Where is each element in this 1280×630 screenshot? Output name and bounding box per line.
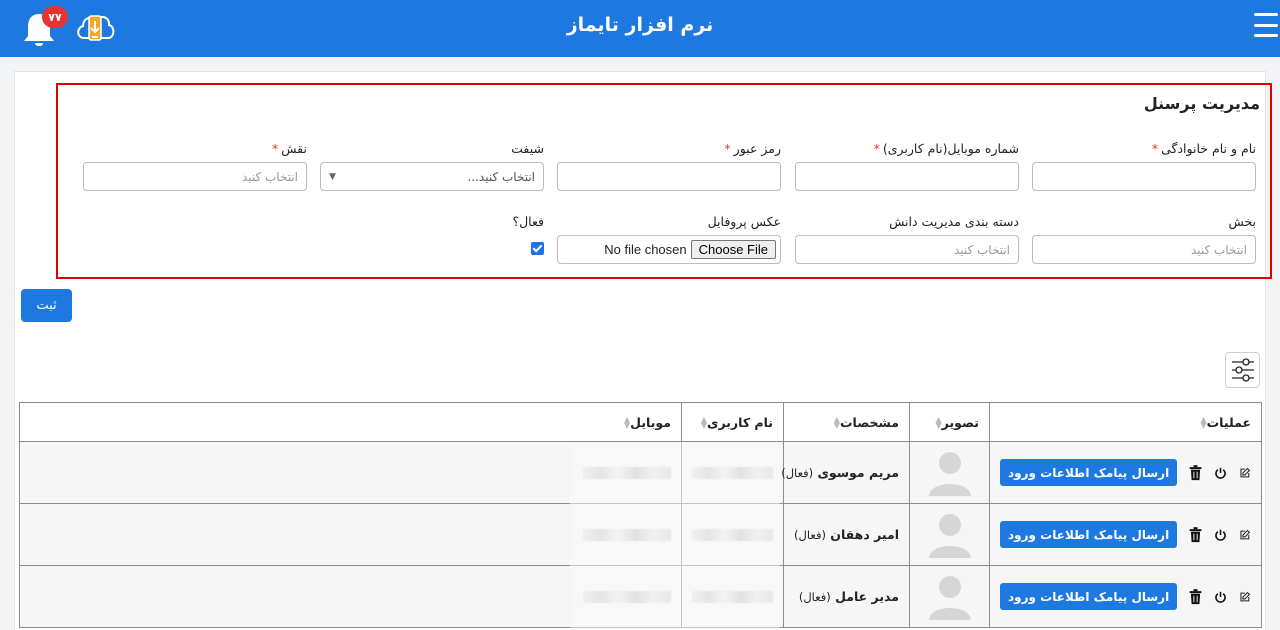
avatar-placeholder-icon [928,513,971,558]
avatar-cell [909,441,990,504]
details-cell: مدیر عامل (فعال) [783,565,910,628]
role-field-group: نقش* [83,141,307,191]
redacted-mobile [583,528,671,541]
department-field-group: بخش [1032,214,1256,264]
required-mark: * [272,141,279,156]
shift-selected-value: انتخاب کنید... [467,169,535,184]
required-mark: * [724,141,731,156]
status-text: (فعال) [781,466,814,480]
mobile-input[interactable] [795,162,1019,191]
active-checkbox[interactable] [531,242,544,255]
personnel-table: عملیات▲ ▼ تصویر▲ ▼ مشخصات▲ ▼ نام کاربری▲ ▼ م… [19,402,1262,628]
trash-icon[interactable] [1189,461,1202,485]
shift-select[interactable]: انتخاب کنید... ▼ [320,162,544,191]
mobile-label: شماره موبایل(نام کاربری) [882,141,1019,156]
profile-photo-field-group: عکس پروفایل No file chosen Choose File [557,214,781,264]
column-header-username[interactable]: نام کاربری▲ ▼ [681,402,784,442]
mobile-cell [19,441,682,504]
mobile-cell [19,503,682,566]
table-row: ارسال پیامک اطلاعات ورود مریم موسوی (فعا… [19,441,1262,504]
knowledge-category-field-group: دسته بندی مدیریت دانش [795,214,1019,264]
department-label: بخش [1228,214,1256,229]
role-label: نقش [281,141,307,156]
column-header-image[interactable]: تصویر▲ ▼ [909,402,990,442]
edit-icon[interactable] [1239,464,1251,482]
details-cell: مریم موسوی (فعال) [781,441,910,504]
redacted-username [692,590,773,603]
knowledge-category-label: دسته بندی مدیریت دانش [889,214,1019,229]
power-icon[interactable] [1214,463,1227,483]
power-icon[interactable] [1214,587,1227,607]
redacted-username [692,528,773,541]
required-mark: * [1151,141,1159,156]
send-login-sms-button[interactable]: ارسال پیامک اطلاعات ورود [1000,521,1178,548]
column-header-details[interactable]: مشخصات▲ ▼ [783,402,910,442]
active-label: فعال؟ [512,214,544,229]
fullname-label: نام و نام خانوادگی [1161,141,1256,156]
redacted-mobile [583,590,671,603]
notification-count-badge: ۷۷ [42,6,68,28]
redacted-mobile [583,466,671,479]
password-field-group: رمز عبور* [557,141,781,191]
department-input[interactable] [1032,235,1256,264]
trash-icon[interactable] [1189,523,1202,547]
redacted-username [692,466,773,479]
avatar-placeholder-icon [928,575,971,620]
operations-cell: ارسال پیامک اطلاعات ورود [989,565,1262,628]
column-header-operations[interactable]: عملیات▲ ▼ [989,402,1262,442]
top-bar: نرم افزار تایماز ۷۷ [0,0,1280,57]
required-mark: * [873,141,880,156]
trash-icon[interactable] [1189,585,1202,609]
power-icon[interactable] [1214,525,1227,545]
table-row: ارسال پیامک اطلاعات ورود امیر دهقان (فعا… [19,503,1262,566]
send-login-sms-button[interactable]: ارسال پیامک اطلاعات ورود [1000,583,1178,610]
username-cell [681,503,784,566]
details-cell: امیر دهقان (فعال) [783,503,910,566]
fullname-input[interactable] [1032,162,1256,191]
avatar-cell [909,565,990,628]
person-name: مدیر عامل [835,589,899,604]
profile-photo-file-input[interactable]: No file chosen Choose File [557,235,781,264]
cloud-download-icon[interactable] [74,8,116,48]
password-input[interactable] [557,162,781,191]
username-cell [681,565,784,628]
column-header-mobile[interactable]: موبایل▲ ▼ [19,402,682,442]
active-field-group: فعال؟ [320,214,544,259]
avatar-cell [909,503,990,566]
choose-file-button[interactable]: Choose File [690,240,776,259]
edit-icon[interactable] [1239,526,1251,544]
shift-field-group: شیفت انتخاب کنید... ▼ [320,141,544,191]
mobile-cell [19,565,682,628]
column-settings-button[interactable] [1225,352,1260,388]
profile-photo-label: عکس پروفایل [707,214,781,229]
username-cell [681,441,784,504]
edit-icon[interactable] [1239,588,1251,606]
app-title: نرم افزار تایماز [566,14,714,36]
shift-label: شیفت [511,141,544,156]
role-input[interactable] [83,162,307,191]
operations-cell: ارسال پیامک اطلاعات ورود [989,441,1262,504]
password-label: رمز عبور [733,141,781,156]
avatar-placeholder-icon [928,451,971,496]
caret-down-icon: ▼ [329,171,336,182]
file-status-text: No file chosen [604,242,687,257]
person-name: امیر دهقان [830,527,899,542]
send-login-sms-button[interactable]: ارسال پیامک اطلاعات ورود [1000,459,1178,486]
section-title: مدیریت پرسنل [1143,94,1260,113]
table-row: ارسال پیامک اطلاعات ورود مدیر عامل (فعال… [19,565,1262,628]
table-header-row: عملیات▲ ▼ تصویر▲ ▼ مشخصات▲ ▼ نام کاربری▲ ▼ م… [19,402,1262,442]
knowledge-category-input[interactable] [795,235,1019,264]
person-name: مریم موسوی [817,465,899,480]
mobile-field-group: شماره موبایل(نام کاربری)* [795,141,1019,191]
sliders-icon [1231,358,1254,382]
status-text: (فعال) [794,528,826,542]
status-text: (فعال) [798,590,831,604]
fullname-field-group: نام و نام خانوادگی* [1032,141,1256,191]
operations-cell: ارسال پیامک اطلاعات ورود [989,503,1262,566]
submit-button[interactable]: ثبت [21,289,72,322]
